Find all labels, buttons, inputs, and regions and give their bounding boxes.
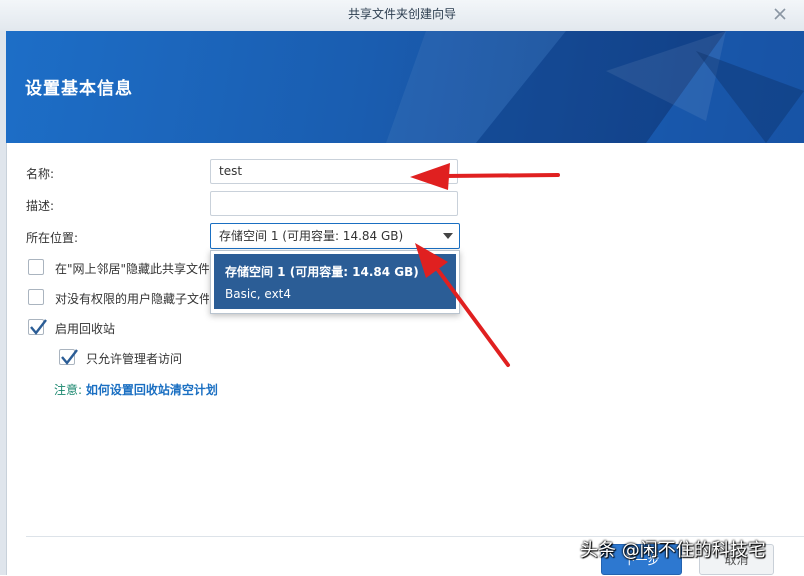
location-select[interactable]: 存储空间 1 (可用容量: 14.84 GB) [210, 223, 460, 249]
name-label: 名称: [26, 167, 55, 181]
page-title: 设置基本信息 [25, 79, 133, 99]
recycle-schedule-link[interactable]: 如何设置回收站清空计划 [86, 383, 218, 397]
chevron-down-icon[interactable] [443, 233, 453, 239]
admin-only-checkbox[interactable] [59, 349, 78, 365]
close-icon[interactable] [772, 6, 788, 22]
recycle-bin-label: 启用回收站 [55, 322, 116, 336]
option-title: 存储空间 1 (可用容量: 14.84 GB) [225, 265, 419, 279]
name-field[interactable]: test [210, 159, 458, 184]
window-title: 共享文件夹创建向导 [347, 7, 456, 21]
description-field[interactable] [210, 191, 458, 216]
hide-subfolders-label: 对没有权限的用户隐藏子文件 [55, 292, 209, 306]
checkmark-icon [61, 349, 78, 365]
location-label: 所在位置: [26, 231, 79, 245]
recycle-bin-checkbox[interactable] [28, 319, 47, 335]
description-label: 描述: [26, 199, 55, 213]
recycle-note: 注意: 如何设置回收站清空计划 [54, 381, 218, 398]
watermark: 头条 @闲不住的科技宅 [580, 540, 766, 561]
admin-only-label: 只允许管理者访问 [86, 352, 183, 366]
hide-subfolders-checkbox[interactable] [28, 289, 44, 305]
checkmark-icon [30, 319, 47, 335]
title-bar: 共享文件夹创建向导 [0, 0, 804, 32]
hide-network-label: 在"网上邻居"隐藏此共享文件 [55, 262, 209, 276]
location-dropdown: 存储空间 1 (可用容量: 14.84 GB) Basic, ext4 [210, 250, 460, 314]
location-select-value: 存储空间 1 (可用容量: 14.84 GB) [219, 229, 404, 243]
dropdown-option-volume-1[interactable]: 存储空间 1 (可用容量: 14.84 GB) Basic, ext4 [214, 254, 456, 309]
hide-network-checkbox[interactable] [28, 259, 44, 275]
wizard-header: 设置基本信息 [6, 31, 804, 143]
option-subtitle: Basic, ext4 [225, 287, 292, 301]
note-prefix: 注意: [54, 383, 83, 397]
